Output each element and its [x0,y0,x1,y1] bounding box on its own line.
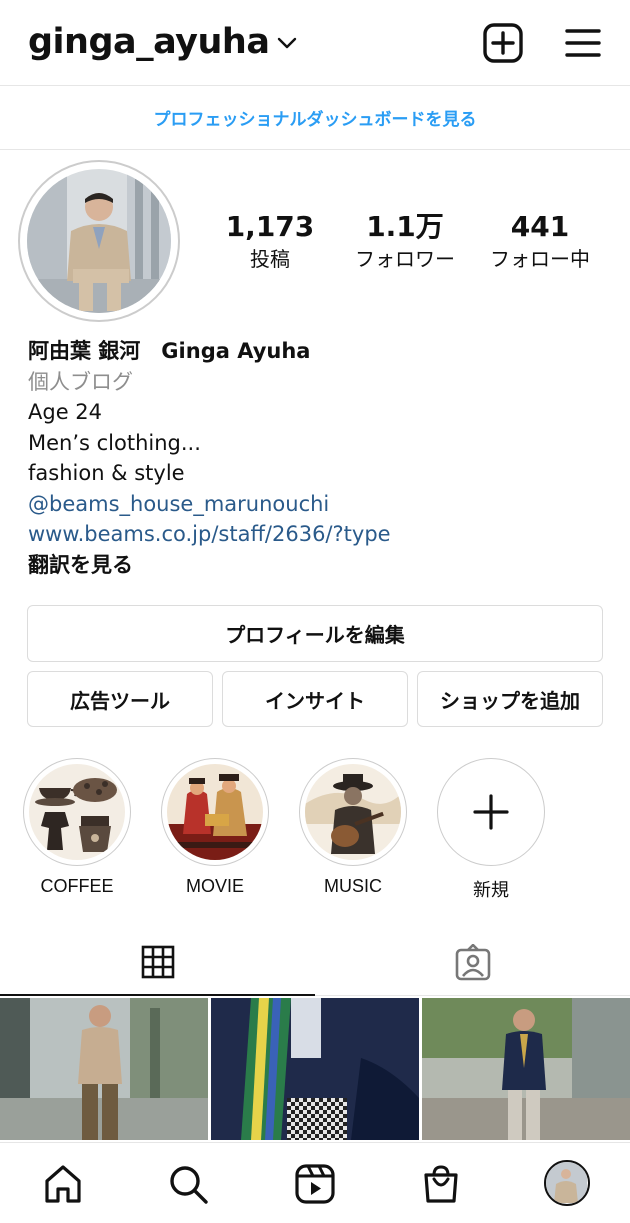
tab-tagged[interactable] [315,930,630,996]
stat-posts[interactable]: 1,173 投稿 [225,210,315,272]
following-label: フォロー中 [490,247,590,271]
post-thumbnail[interactable] [211,998,419,1140]
stat-following[interactable]: 441 フォロー中 [478,210,602,272]
home-icon[interactable] [42,1163,84,1205]
grid-icon [141,945,174,979]
add-shop-button[interactable]: ショップを追加 [417,671,603,727]
see-translation-link[interactable]: 翻訳を見る [28,550,608,581]
highlight-movie[interactable]: MOVIE [161,758,269,897]
profile-bio: 阿由葉 銀河 Ginga Ayuha 個人ブログ Age 24 Men’s cl… [28,336,608,580]
account-username[interactable]: ginga_ayuha [28,22,270,62]
highlight-ring [299,758,407,866]
display-name: 阿由葉 銀河 Ginga Ayuha [28,339,311,363]
highlight-label: MUSIC [324,876,382,896]
search-icon[interactable] [167,1163,209,1205]
following-count: 441 [510,210,570,243]
category-label: 個人ブログ [28,369,133,394]
posts-count: 1,173 [225,210,315,243]
shop-bag-icon[interactable] [420,1163,462,1205]
post-thumbnail[interactable] [0,998,208,1140]
movie-illustration [167,764,263,860]
highlight-music[interactable]: MUSIC [299,758,407,897]
posts-label: 投稿 [250,247,290,271]
dashboard-link-text[interactable]: プロフェッショナルダッシュボードを見る [154,105,477,130]
plus-square-icon[interactable] [482,22,524,64]
highlight-label: MOVIE [185,876,244,896]
professional-dashboard-banner[interactable]: プロフェッショナルダッシュボードを見る [0,86,630,150]
stat-followers[interactable]: 1.1万 フォロワー [340,210,470,272]
music-illustration [305,764,401,860]
profile-avatar[interactable] [544,1160,590,1206]
highlight-ring [23,758,131,866]
edit-profile-button[interactable]: プロフィールを編集 [27,605,603,662]
chevron-down-icon[interactable] [276,34,298,52]
coffee-illustration [29,764,125,860]
website-link[interactable]: www.beams.co.jp/staff/2636/?type [28,519,608,550]
plus-icon [472,793,509,830]
bio-line: Men’s clothing... [28,430,201,455]
bio-line: fashion & style [28,461,185,485]
highlight-ring [437,758,545,866]
top-bar: ginga_ayuha [0,0,630,86]
highlight-new[interactable]: 新規 [437,758,545,902]
insights-button[interactable]: インサイト [222,671,408,727]
bio-line: Age 24 [28,400,103,424]
tagged-person-icon [455,943,490,980]
highlight-coffee[interactable]: COFFEE [23,758,131,897]
highlight-label: 新規 [473,880,509,900]
post-thumbnail[interactable] [422,998,630,1140]
reels-icon[interactable] [294,1163,336,1205]
hamburger-menu-icon[interactable] [564,26,602,60]
highlight-ring [161,758,269,866]
tab-posts-grid[interactable] [0,930,315,996]
followers-count: 1.1万 [366,210,444,243]
mention-link[interactable]: @beams_house_marunouchi [28,489,608,520]
highlight-label: COFFEE [40,876,114,896]
avatar[interactable] [27,169,171,313]
ad-tools-button[interactable]: 広告ツール [27,671,213,727]
followers-label: フォロワー [355,247,455,271]
bottom-navigation [0,1142,630,1223]
